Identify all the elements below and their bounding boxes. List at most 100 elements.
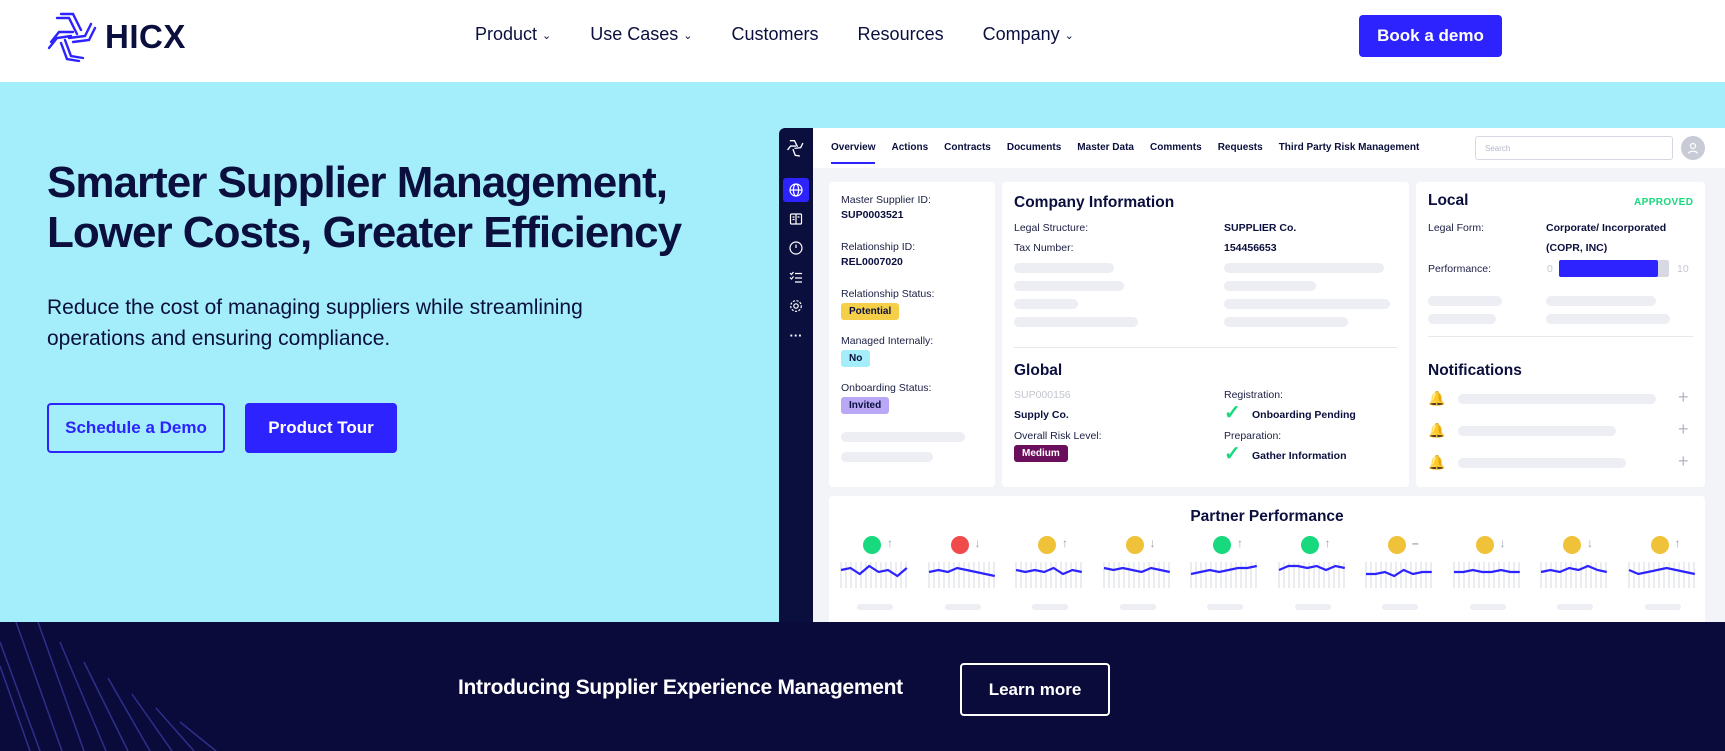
global-supplier-name: Supply Co. <box>1014 409 1069 421</box>
trend-up-icon: ↑ <box>1237 536 1243 550</box>
product-tour-button[interactable]: Product Tour <box>245 403 397 453</box>
status-dot-icon <box>1300 536 1319 554</box>
field-label: Registration: <box>1224 389 1283 401</box>
trend-down-icon: ↓ <box>974 536 981 550</box>
nav-item-label: Customers <box>731 24 819 44</box>
checklist-icon[interactable] <box>783 265 809 289</box>
status-dot-icon <box>1125 536 1144 554</box>
tab-master-data[interactable]: Master Data <box>1077 142 1134 164</box>
performance-bar-fill <box>1559 260 1658 277</box>
nav-item-product[interactable]: Product ⌄ <box>475 24 551 45</box>
notification-row[interactable]: 🔔 + <box>1428 419 1693 442</box>
master-supplier-id: SUP0003521 <box>841 209 904 221</box>
placeholder-line <box>1458 426 1616 436</box>
placeholder-line <box>857 604 893 610</box>
status-dot-icon <box>950 536 969 554</box>
app-search-input[interactable]: Search <box>1475 136 1673 160</box>
partner-performance-list: ↑ ↓ ↑ ↓ ↑ ↑ – ↓ ↓ ↑ <box>829 536 1705 616</box>
partner-performance-item[interactable]: ↓ <box>927 536 999 616</box>
partner-performance-item[interactable]: ↓ <box>1102 536 1174 616</box>
hicx-logo-icon <box>783 136 809 160</box>
product-screenshot: ··· Overview Actions Contracts Documents… <box>779 128 1725 622</box>
nav-item-use-cases[interactable]: Use Cases ⌄ <box>590 24 692 45</box>
tab-third-party-risk[interactable]: Third Party Risk Management <box>1279 142 1420 164</box>
nav-item-company[interactable]: Company ⌄ <box>983 24 1074 45</box>
book-icon[interactable] <box>783 207 809 231</box>
hero-title: Smarter Supplier Management, Lower Costs… <box>47 158 727 258</box>
top-navigation: HICX Product ⌄ Use Cases ⌄ Customers Resou… <box>0 0 1725 82</box>
notification-row[interactable]: 🔔 + <box>1428 387 1693 410</box>
notification-row[interactable]: 🔔 + <box>1428 451 1693 474</box>
nav-links: Product ⌄ Use Cases ⌄ Customers Resources … <box>475 24 1074 45</box>
chevron-down-icon: ⌄ <box>683 30 693 42</box>
placeholder-line <box>841 432 965 442</box>
nav-item-customers[interactable]: Customers <box>732 24 819 45</box>
placeholder-line <box>1119 604 1156 610</box>
partner-performance-item[interactable]: – <box>1364 536 1436 616</box>
partner-performance-item[interactable]: ↑ <box>839 536 911 616</box>
divider <box>1014 347 1397 348</box>
card-title: Company Information <box>1014 194 1175 211</box>
bell-icon: 🔔 <box>1428 454 1446 470</box>
field-label: Legal Structure: <box>1014 222 1089 234</box>
partner-performance-item[interactable]: ↑ <box>1627 536 1699 616</box>
status-dot-icon <box>863 536 881 554</box>
risk-level-badge: Medium <box>1014 445 1068 462</box>
book-demo-button[interactable]: Book a demo <box>1359 15 1502 57</box>
partner-performance-item[interactable]: ↑ <box>1277 536 1349 616</box>
schedule-demo-button[interactable]: Schedule a Demo <box>47 403 225 453</box>
tab-requests[interactable]: Requests <box>1218 142 1263 164</box>
tax-number-value: 154456653 <box>1224 242 1277 254</box>
tab-overview[interactable]: Overview <box>831 142 876 164</box>
card-title: Local <box>1428 192 1469 209</box>
decorative-stripes <box>0 622 217 751</box>
faded-supplier-id: SUP000156 <box>1014 389 1071 401</box>
hero-title-line: Lower Costs, Greater Efficiency <box>47 208 682 257</box>
placeholder-line <box>1032 604 1068 610</box>
local-card: Local APPROVED Legal Form: Corporate/ In… <box>1416 182 1705 487</box>
supplier-summary-card: Master Supplier ID: SUP0003521 Relations… <box>829 182 995 487</box>
partner-performance-item[interactable]: ↑ <box>1189 536 1261 616</box>
user-avatar-icon[interactable] <box>1681 136 1705 160</box>
status-dot-icon <box>1213 536 1231 554</box>
tab-contracts[interactable]: Contracts <box>944 142 991 164</box>
partner-performance-item[interactable]: ↓ <box>1452 536 1524 616</box>
learn-more-button[interactable]: Learn more <box>960 663 1110 716</box>
placeholder-line <box>1224 299 1390 309</box>
sparkline-chart <box>1015 562 1083 588</box>
sparkline-chart <box>1453 562 1520 588</box>
chevron-down-icon: ⌄ <box>542 30 552 42</box>
gauge-icon[interactable] <box>783 236 809 260</box>
tab-actions[interactable]: Actions <box>891 142 928 164</box>
more-icon[interactable]: ··· <box>783 323 809 347</box>
partner-performance-item[interactable]: ↑ <box>1014 536 1086 616</box>
tab-comments[interactable]: Comments <box>1150 142 1202 164</box>
sparkline-chart <box>1540 562 1608 588</box>
gear-icon[interactable] <box>783 294 809 318</box>
plus-icon[interactable]: + <box>1678 451 1689 472</box>
sparkline-chart <box>1365 562 1432 588</box>
card-title: Global <box>1014 362 1063 379</box>
placeholder-line <box>1014 281 1124 291</box>
field-label: Master Supplier ID: <box>841 194 931 206</box>
tab-documents[interactable]: Documents <box>1007 142 1061 164</box>
nav-item-resources[interactable]: Resources <box>858 24 944 45</box>
status-dot-icon <box>1388 536 1406 554</box>
globe-icon[interactable] <box>783 178 809 202</box>
relationship-id: REL0007020 <box>841 256 903 268</box>
partner-performance-item[interactable]: ↓ <box>1539 536 1611 616</box>
field-label: Legal Form: <box>1428 222 1485 234</box>
trend-down-icon: ↓ <box>1499 536 1506 550</box>
plus-icon[interactable]: + <box>1678 419 1689 440</box>
trend-up-icon: ↑ <box>887 536 893 550</box>
placeholder-line <box>1546 314 1670 324</box>
app-tabs: Overview Actions Contracts Documents Mas… <box>831 142 1435 164</box>
plus-icon[interactable]: + <box>1678 387 1689 408</box>
hero-section: Smarter Supplier Management, Lower Costs… <box>0 82 1725 622</box>
hicx-logo[interactable]: HICX <box>47 12 186 62</box>
card-title: Notifications <box>1428 362 1522 379</box>
field-label: Relationship Status: <box>841 288 935 300</box>
placeholder-line <box>1014 299 1078 309</box>
app-sidebar: ··· <box>779 128 813 622</box>
hero-title-line: Smarter Supplier Management, <box>47 158 668 207</box>
